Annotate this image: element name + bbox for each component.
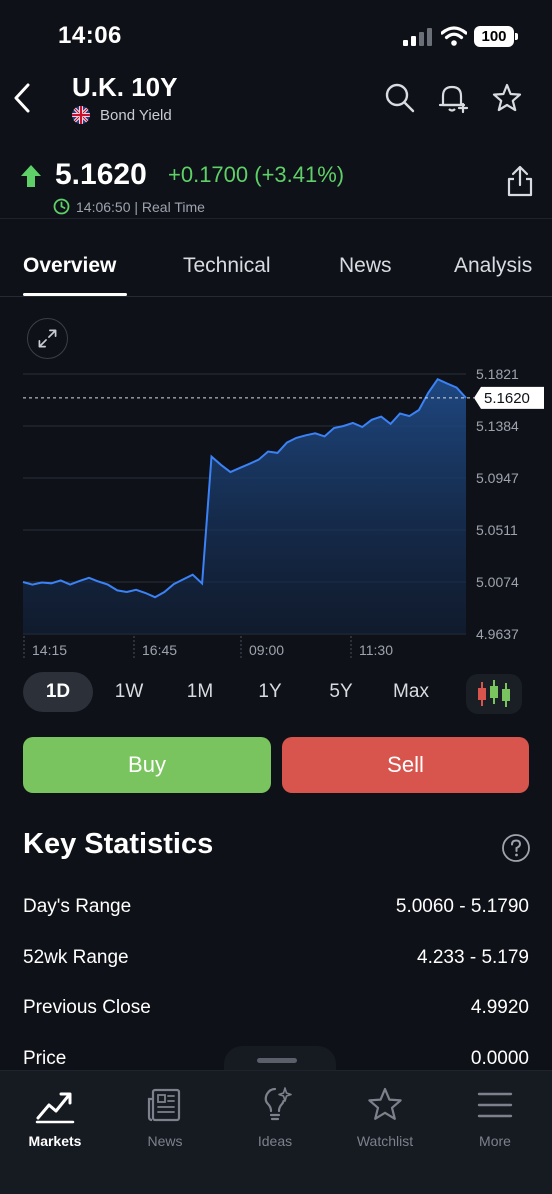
back-button[interactable] bbox=[8, 80, 38, 116]
tab-bar: Overview Technical News Analysis bbox=[0, 240, 552, 297]
stat-value: 5.0060 - 5.1790 bbox=[395, 896, 529, 917]
header: U.K. 10Y Bond Yield bbox=[0, 70, 552, 140]
y-tick-label: 5.1384 bbox=[476, 418, 519, 434]
price-change: +0.1700 (+3.41%) bbox=[168, 162, 345, 187]
tab-overview[interactable]: Overview bbox=[23, 254, 116, 278]
range-1m[interactable]: 1M bbox=[175, 672, 225, 712]
y-tick-label: 5.0511 bbox=[476, 522, 518, 538]
candlestick-chart-icon[interactable] bbox=[466, 674, 522, 714]
x-tick-label: 16:45 bbox=[142, 642, 177, 658]
y-tick-label: 5.1821 bbox=[476, 366, 519, 382]
tab-analysis[interactable]: Analysis bbox=[454, 254, 532, 278]
nav-news[interactable]: News bbox=[115, 1085, 215, 1155]
nav-label: Watchlist bbox=[356, 1133, 414, 1149]
nav-markets[interactable]: Markets bbox=[5, 1085, 105, 1155]
nav-ideas[interactable]: Ideas bbox=[225, 1085, 325, 1155]
favorite-star-icon[interactable] bbox=[491, 82, 523, 114]
key-statistics-title: Key Statistics bbox=[23, 828, 214, 860]
tab-news[interactable]: News bbox=[339, 254, 392, 278]
stat-label: 52wk Range bbox=[23, 947, 129, 968]
markets-chart-icon bbox=[35, 1092, 75, 1124]
menu-icon bbox=[477, 1092, 513, 1118]
lightbulb-icon bbox=[264, 1087, 292, 1121]
stat-label: Day's Range bbox=[23, 896, 132, 917]
newspaper-icon bbox=[147, 1088, 181, 1122]
range-max[interactable]: Max bbox=[381, 672, 441, 712]
range-1y[interactable]: 1Y bbox=[245, 672, 295, 712]
active-tab-indicator bbox=[23, 293, 127, 296]
range-1w[interactable]: 1W bbox=[104, 672, 154, 712]
nav-label: Markets bbox=[28, 1133, 82, 1149]
stat-value: 4.9920 bbox=[470, 997, 529, 1018]
divider bbox=[0, 218, 552, 219]
range-5y[interactable]: 5Y bbox=[316, 672, 366, 712]
stat-label: Previous Close bbox=[23, 997, 151, 1018]
expand-chart-icon[interactable] bbox=[27, 318, 68, 359]
nav-label: More bbox=[479, 1133, 511, 1149]
sheet-handle-bar bbox=[257, 1058, 297, 1063]
y-tick-label: 4.9637 bbox=[476, 626, 519, 642]
quote-timestamp: 14:06:50 | Real Time bbox=[76, 198, 205, 215]
stat-row-52wk-range: 52wk Range 4.233 - 5.179 bbox=[23, 947, 529, 977]
sell-button[interactable]: Sell bbox=[282, 737, 529, 793]
share-icon[interactable] bbox=[505, 164, 535, 198]
buy-button[interactable]: Buy bbox=[23, 737, 271, 793]
stat-value: 0.0000 bbox=[470, 1048, 529, 1069]
current-value-badge: 5.1620 bbox=[474, 386, 544, 409]
add-alert-bell-icon[interactable] bbox=[437, 82, 469, 114]
y-tick-label: 5.0074 bbox=[476, 574, 519, 590]
y-tick-label: 5.0947 bbox=[476, 470, 519, 486]
x-tick-label: 09:00 bbox=[249, 642, 284, 658]
last-price: 5.1620 bbox=[55, 158, 147, 191]
nav-label: News bbox=[147, 1133, 183, 1149]
search-icon[interactable] bbox=[384, 82, 416, 114]
up-arrow-icon bbox=[21, 165, 41, 187]
nav-label: Ideas bbox=[257, 1133, 293, 1149]
cellular-signal-icon bbox=[403, 28, 432, 46]
tab-technical[interactable]: Technical bbox=[183, 254, 271, 278]
stat-row-previous-close: Previous Close 4.9920 bbox=[23, 997, 529, 1027]
stat-row-days-range: Day's Range 5.0060 - 5.1790 bbox=[23, 896, 529, 926]
uk-flag-icon bbox=[72, 106, 90, 124]
instrument-subtitle-row: Bond Yield bbox=[72, 106, 172, 124]
chart-area-fill bbox=[23, 379, 466, 634]
x-tick-label: 14:15 bbox=[32, 642, 67, 658]
range-1d[interactable]: 1D bbox=[23, 672, 93, 712]
nav-more[interactable]: More bbox=[445, 1085, 545, 1155]
nav-watchlist[interactable]: Watchlist bbox=[335, 1085, 435, 1155]
stat-label: Price bbox=[23, 1048, 67, 1069]
x-tick-label: 11:30 bbox=[359, 642, 393, 658]
bottom-navigation: Markets News Ideas Watchlist More bbox=[0, 1070, 552, 1194]
help-icon[interactable] bbox=[501, 833, 531, 863]
instrument-title: U.K. 10Y bbox=[72, 72, 178, 102]
battery-indicator: 100 bbox=[474, 26, 518, 47]
star-icon bbox=[368, 1087, 402, 1120]
quote-time-row: 14:06:50 | Real Time bbox=[53, 198, 205, 215]
price-chart[interactable]: 5.1821 5.1384 5.0947 5.0511 5.0074 4.9637 14:… bbox=[0, 360, 552, 660]
status-time: 14:06 bbox=[58, 22, 122, 49]
status-bar: 14:06 100 bbox=[0, 0, 552, 70]
wifi-icon bbox=[441, 26, 467, 46]
quote-block: 5.1620 +0.1700 (+3.41%) 14:06:50 | Real … bbox=[0, 150, 552, 220]
time-range-selector: 1D 1W 1M 1Y 5Y Max bbox=[0, 670, 552, 718]
stat-value: 4.233 - 5.179 bbox=[417, 947, 529, 968]
instrument-type: Bond Yield bbox=[100, 106, 172, 124]
clock-icon bbox=[53, 198, 70, 215]
current-value-label: 5.1620 bbox=[484, 390, 530, 407]
